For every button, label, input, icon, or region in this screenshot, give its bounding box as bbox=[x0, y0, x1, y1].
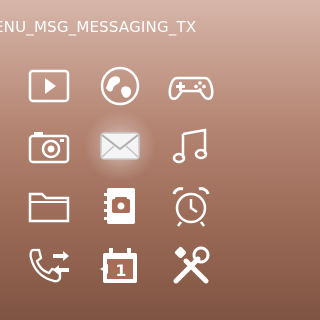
call-transfer-icon bbox=[25, 242, 69, 290]
menu-item-call-center[interactable] bbox=[19, 236, 79, 296]
calendar-icon: 1 bbox=[100, 248, 137, 283]
menu-item-camera[interactable] bbox=[19, 116, 79, 176]
globe-icon bbox=[96, 62, 144, 110]
menu-item-alarm[interactable] bbox=[161, 176, 221, 236]
menu-item-browser[interactable] bbox=[90, 56, 150, 116]
svg-text:1: 1 bbox=[115, 261, 126, 280]
menu-item-games[interactable] bbox=[161, 56, 221, 116]
gamepad-icon bbox=[167, 62, 215, 110]
phonebook-icon bbox=[104, 188, 135, 224]
menu-item-music[interactable] bbox=[161, 116, 221, 176]
folder-icon bbox=[25, 182, 73, 230]
camera-icon bbox=[25, 132, 73, 170]
alarm-clock-icon bbox=[167, 182, 215, 230]
menu-item-organizer[interactable]: 1 bbox=[90, 236, 150, 296]
main-menu-grid: 1 bbox=[0, 56, 240, 296]
menu-item-phonebook[interactable] bbox=[90, 176, 150, 236]
tools-icon bbox=[167, 242, 215, 290]
menu-item-settings[interactable] bbox=[161, 236, 221, 296]
page-title: ENU_MSG_MESSAGING_TX bbox=[0, 18, 197, 36]
menu-item-media-player[interactable] bbox=[19, 56, 79, 116]
music-note-icon bbox=[167, 122, 215, 170]
envelope-icon bbox=[96, 122, 144, 170]
play-icon bbox=[25, 62, 73, 110]
menu-item-messaging[interactable] bbox=[84, 110, 156, 182]
menu-item-file-manager[interactable] bbox=[19, 176, 79, 236]
